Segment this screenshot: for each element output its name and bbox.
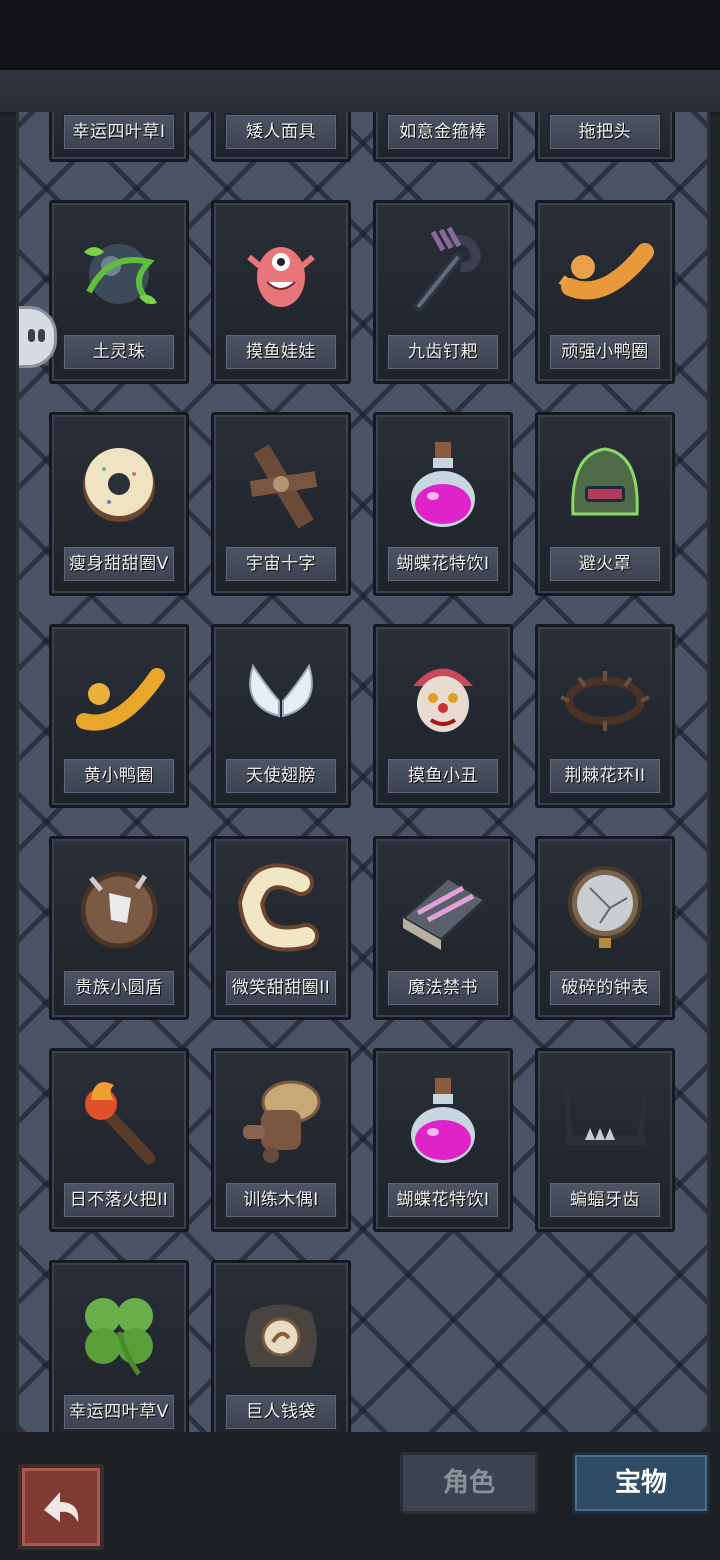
treasure-card[interactable]: 如意金箍棒 [373, 112, 513, 162]
treasure-name: 幸运四叶草I [62, 113, 176, 151]
treasure-card[interactable]: 蝴蝶花特饮I [373, 1048, 513, 1232]
treasure-name: 蝴蝶花特饮I [386, 1181, 500, 1219]
treasure-name: 荆棘花环II [548, 757, 662, 795]
treasure-card[interactable]: 摸鱼娃娃 [211, 200, 351, 384]
treasure-name: 破碎的钟表 [548, 969, 662, 1007]
treasure-card[interactable]: 拖把头 [535, 112, 675, 162]
treasure-name: 天使翅膀 [224, 757, 338, 795]
spell-book-icon [386, 849, 500, 967]
treasure-card[interactable]: 黄小鸭圈 [49, 624, 189, 808]
treasure-card[interactable]: 瘦身甜甜圈V [49, 412, 189, 596]
treasure-name: 矮人面具 [224, 113, 338, 151]
treasure-card[interactable]: 幸运四叶草V [49, 1260, 189, 1432]
thorn-wreath-icon [548, 637, 662, 755]
panel-top-frame [0, 70, 720, 116]
treasure-name: 瘦身甜甜圈V [62, 545, 176, 583]
treasure-card[interactable]: 天使翅膀 [211, 624, 351, 808]
potion-icon [386, 425, 500, 543]
tab-role[interactable]: 角色 [400, 1452, 538, 1514]
treasure-name: 蝴蝶花特饮I [386, 545, 500, 583]
treasure-card[interactable]: 避火罩 [535, 412, 675, 596]
treasure-name: 魔法禁书 [386, 969, 500, 1007]
treasure-card[interactable]: 训练木偶I [211, 1048, 351, 1232]
treasure-name: 顽强小鸭圈 [548, 333, 662, 371]
treasure-card[interactable]: 蝙蝠牙齿 [535, 1048, 675, 1232]
treasure-name: 如意金箍棒 [386, 113, 500, 151]
yellow-duck-ring-icon [62, 637, 176, 755]
treasure-card[interactable]: 巨人钱袋 [211, 1260, 351, 1432]
treasure-name: 宇宙十字 [224, 545, 338, 583]
donut-icon [62, 425, 176, 543]
treasure-name: 摸鱼小丑 [386, 757, 500, 795]
earth-orb-icon [62, 213, 176, 331]
treasure-name: 九齿钉耙 [386, 333, 500, 371]
round-shield-icon [62, 849, 176, 967]
treasure-card[interactable]: 魔法禁书 [373, 836, 513, 1020]
duck-ring-icon [548, 213, 662, 331]
rake-icon [386, 213, 500, 331]
clover-icon [62, 1273, 176, 1391]
clown-mask-icon [386, 637, 500, 755]
treasure-name: 训练木偶I [224, 1181, 338, 1219]
angel-wings-icon [224, 637, 338, 755]
wood-cross-icon [224, 425, 338, 543]
tab-treasure[interactable]: 宝物 [572, 1452, 710, 1514]
treasure-name: 贵族小圆盾 [62, 969, 176, 1007]
treasure-card[interactable]: 微笑甜甜圈II [211, 836, 351, 1020]
treasure-card[interactable]: 日不落火把II [49, 1048, 189, 1232]
treasure-name: 巨人钱袋 [224, 1393, 338, 1431]
treasure-card[interactable]: 幸运四叶草I [49, 112, 189, 162]
treasure-card[interactable]: 九齿钉耙 [373, 200, 513, 384]
treasure-name: 拖把头 [548, 113, 662, 151]
treasure-card[interactable]: 贵族小圆盾 [49, 836, 189, 1020]
treasure-name: 蝙蝠牙齿 [548, 1181, 662, 1219]
potion-icon [386, 1061, 500, 1179]
treasure-card[interactable]: 荆棘花环II [535, 624, 675, 808]
treasure-card[interactable]: 蝴蝶花特饮I [373, 412, 513, 596]
treasure-card[interactable]: 顽强小鸭圈 [535, 200, 675, 384]
pink-doll-icon [224, 213, 338, 331]
back-arrow-icon [44, 1492, 79, 1522]
treasure-card[interactable]: 摸鱼小丑 [373, 624, 513, 808]
broken-watch-icon [548, 849, 662, 967]
top-status-bar [0, 0, 720, 70]
treasure-name: 摸鱼娃娃 [224, 333, 338, 371]
bat-teeth-icon [548, 1061, 662, 1179]
treasure-name: 避火罩 [548, 545, 662, 583]
training-dummy-icon [224, 1061, 338, 1179]
treasure-card[interactable]: 破碎的钟表 [535, 836, 675, 1020]
treasure-card[interactable]: 矮人面具 [211, 112, 351, 162]
treasure-card[interactable]: 土灵珠 [49, 200, 189, 384]
helmet-icon [548, 425, 662, 543]
back-button[interactable] [18, 1464, 104, 1550]
torch-icon [62, 1061, 176, 1179]
treasure-card[interactable]: 宇宙十字 [211, 412, 351, 596]
treasure-grid-panel[interactable]: 幸运四叶草I 矮人面具 如意金箍棒 拖把头 土灵珠 摸鱼娃娃 九齿钉耙 顽强小鸭… [16, 112, 710, 1432]
money-bag-icon [224, 1273, 338, 1391]
treasure-name: 幸运四叶草V [62, 1393, 176, 1431]
smile-donut-icon [224, 849, 338, 967]
treasure-name: 微笑甜甜圈II [224, 969, 338, 1007]
treasure-name: 日不落火把II [62, 1181, 176, 1219]
treasure-name: 黄小鸭圈 [62, 757, 176, 795]
treasure-name: 土灵珠 [62, 333, 176, 371]
